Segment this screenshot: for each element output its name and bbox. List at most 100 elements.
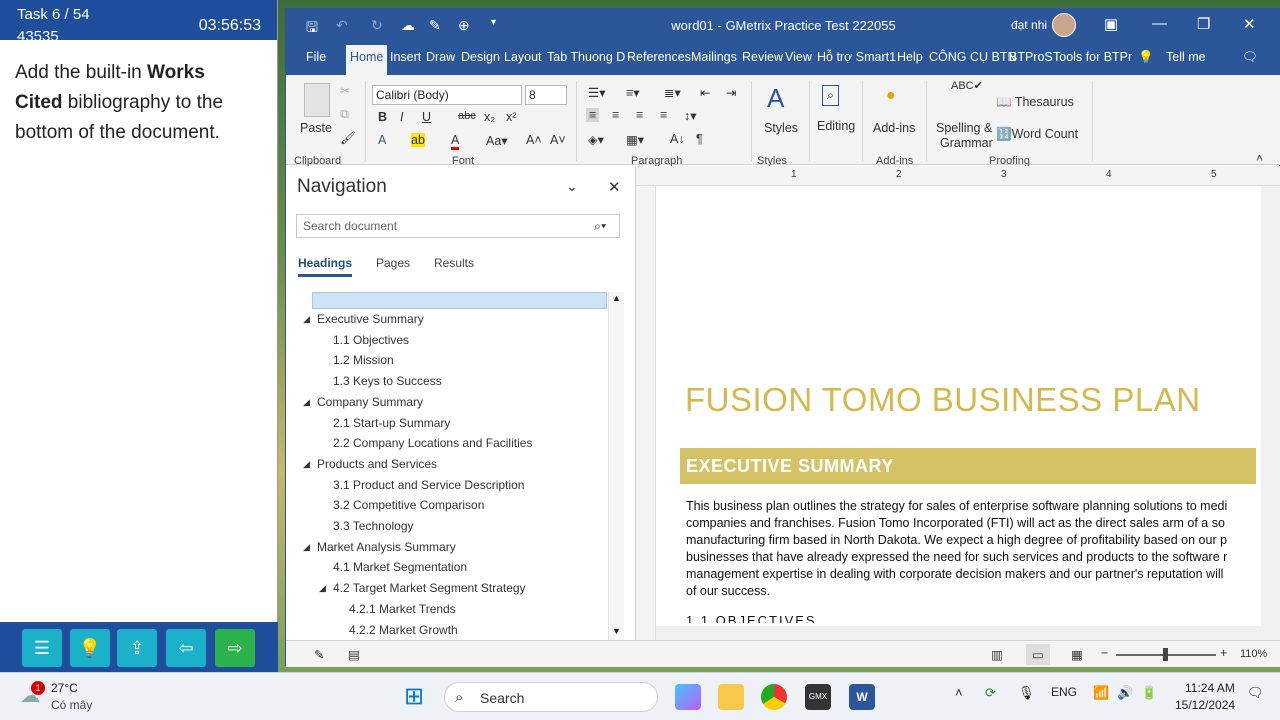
collapse-triangle-icon[interactable]: ◢	[303, 314, 310, 325]
tab-headings[interactable]: Headings	[298, 256, 353, 277]
bullets-icon[interactable]: ☰▾	[588, 85, 605, 100]
strikethrough-button[interactable]: abc	[458, 110, 476, 122]
share-icon[interactable]: ⇪	[117, 629, 157, 667]
search-input[interactable]: Search document	[296, 214, 620, 238]
menu-icon[interactable]: ☰	[22, 629, 62, 667]
restore-icon[interactable]: ❐	[1197, 15, 1210, 33]
heading-item[interactable]: 1.3 Keys to Success	[333, 374, 442, 388]
subscript-button[interactable]: x₂	[484, 110, 495, 124]
line-spacing-icon[interactable]: ↕▾	[684, 108, 697, 123]
hint-icon[interactable]: 💡	[70, 629, 110, 667]
copilot-icon[interactable]	[675, 684, 701, 710]
collapse-triangle-icon[interactable]: ◢	[319, 583, 326, 594]
tab-home[interactable]: Home	[346, 45, 388, 75]
tab-insert[interactable]: Insert	[390, 50, 421, 64]
heading-item[interactable]: 4.1 Market Segmentation	[333, 560, 467, 574]
windows-start-icon[interactable]: ⊞	[404, 682, 424, 711]
heading-item[interactable]: Market Analysis Summary	[317, 540, 456, 554]
print-layout-icon[interactable]: ▭	[1026, 644, 1050, 665]
tab-view[interactable]: View	[785, 50, 812, 64]
accessibility-icon[interactable]: ▤	[348, 647, 360, 662]
text-effects-icon[interactable]: A	[378, 133, 386, 147]
chevron-up-icon[interactable]: ˄	[955, 685, 963, 700]
document-page[interactable]: FUSION TOMO BUSINESS PLAN EXECUTIVE SUMM…	[656, 186, 1261, 626]
tab-tools-for-btpr[interactable]: Tools for BTPr	[1053, 50, 1132, 64]
tab-references[interactable]: References	[627, 50, 691, 64]
minimize-icon[interactable]: —	[1152, 15, 1167, 32]
sync-icon[interactable]: ⟳	[985, 685, 996, 701]
tab-results[interactable]: Results	[434, 256, 474, 270]
copy-icon[interactable]: ⧉	[340, 107, 349, 122]
nav-scrollbar[interactable]: ▲ ▼	[608, 292, 624, 640]
multilevel-list-icon[interactable]: ≣▾	[664, 85, 681, 100]
tab-layout[interactable]: Layout	[504, 50, 542, 64]
font-name-box[interactable]: Calibri (Body)	[372, 85, 522, 105]
shading-icon[interactable]: ◈▾	[588, 132, 604, 147]
collapse-triangle-icon[interactable]: ◢	[303, 397, 310, 408]
heading-item[interactable]: 1.1 Objectives	[333, 333, 409, 347]
temperature[interactable]: 27°C	[51, 681, 78, 695]
wifi-icon[interactable]: 📶	[1093, 685, 1109, 701]
heading-item[interactable]: 4.2.1 Market Trends	[349, 602, 456, 616]
highlight-icon[interactable]: ab	[411, 133, 425, 147]
close-icon[interactable]: ✕	[608, 178, 621, 196]
heading-item[interactable]: 2.1 Start-up Summary	[333, 416, 450, 430]
tab-tab-thuong-d[interactable]: Tab Thuong D	[547, 50, 625, 64]
web-layout-icon[interactable]: ▦	[1071, 647, 1083, 662]
back-icon[interactable]: ⇦	[166, 629, 206, 667]
heading-item[interactable]: 1.2 Mission	[333, 353, 394, 367]
align-left-icon[interactable]: ≡	[586, 108, 600, 122]
editing-button[interactable]: Editing	[817, 119, 855, 133]
heading-item[interactable]: 2.2 Company Locations and Facilities	[333, 436, 532, 450]
comments-icon[interactable]: 🗨	[1242, 50, 1258, 65]
heading-item[interactable]: Executive Summary	[317, 312, 424, 326]
ribbon-display-icon[interactable]: ▣	[1104, 15, 1118, 33]
search-icon[interactable]: ⌕▾	[594, 219, 606, 234]
gmetrix-icon[interactable]: GMX	[805, 684, 831, 710]
zoom-level[interactable]: 110%	[1240, 648, 1267, 660]
document-scrollbar[interactable]	[1261, 186, 1280, 626]
collapse-triangle-icon[interactable]: ◢	[303, 459, 310, 470]
addins-button[interactable]: Add-ins	[873, 121, 915, 135]
superscript-button[interactable]: x²	[506, 110, 516, 124]
close-icon[interactable]: ✕	[1243, 15, 1256, 33]
bold-button[interactable]: B	[378, 110, 387, 124]
tab-btpros[interactable]: BTProS	[1009, 50, 1053, 64]
align-right-icon[interactable]: ≡	[636, 108, 643, 122]
grow-font-icon[interactable]: A˄	[526, 133, 542, 147]
format-painter-icon[interactable]: 🖌	[340, 131, 356, 146]
shrink-font-icon[interactable]: A˅	[550, 133, 566, 147]
notification-icon[interactable]: 🗨	[1247, 685, 1264, 701]
tab-review[interactable]: Review	[742, 50, 783, 64]
zoom-in-icon[interactable]: +	[1220, 646, 1227, 660]
tab-draw[interactable]: Draw	[426, 50, 455, 64]
tab-tell-me[interactable]: Tell me	[1166, 50, 1206, 64]
word-icon[interactable]: W	[849, 684, 875, 710]
styles-button[interactable]: Styles	[764, 121, 798, 135]
proofing-status-icon[interactable]: ✎	[314, 647, 324, 662]
tab-file[interactable]: File	[306, 50, 326, 64]
avatar[interactable]	[1052, 13, 1076, 37]
volume-icon[interactable]: 🔊	[1117, 685, 1133, 701]
font-size-box[interactable]: 8	[525, 85, 567, 105]
paste-button[interactable]: Paste	[300, 121, 332, 135]
zoom-out-icon[interactable]: −	[1101, 646, 1108, 660]
scroll-up-icon[interactable]: ▲	[612, 293, 621, 303]
borders-icon[interactable]: ▦▾	[626, 132, 644, 147]
horizontal-scrollbar[interactable]	[656, 626, 1280, 640]
thesaurus-button[interactable]: 📖 Thesaurus	[996, 95, 1074, 110]
word-count-button[interactable]: 🔢Word Count	[996, 127, 1078, 142]
sort-icon[interactable]: A↓	[670, 132, 685, 146]
justify-icon[interactable]: ≡	[660, 108, 667, 122]
microphone-icon[interactable]: 🎙	[1018, 685, 1035, 701]
scroll-down-icon[interactable]: ▼	[612, 626, 621, 636]
tab-help[interactable]: Help	[897, 50, 923, 64]
font-color-icon[interactable]: A	[451, 133, 460, 150]
decrease-indent-icon[interactable]: ⇤	[700, 85, 710, 100]
selected-heading-row[interactable]	[312, 292, 607, 309]
heading-item[interactable]: 4.2.2 Market Growth	[349, 623, 458, 637]
taskbar-search[interactable]: ⌕ Search	[444, 682, 658, 712]
cut-icon[interactable]: ✂	[340, 83, 350, 98]
center-icon[interactable]: ≡	[612, 108, 619, 122]
heading-item[interactable]: 3.3 Technology	[333, 519, 414, 533]
